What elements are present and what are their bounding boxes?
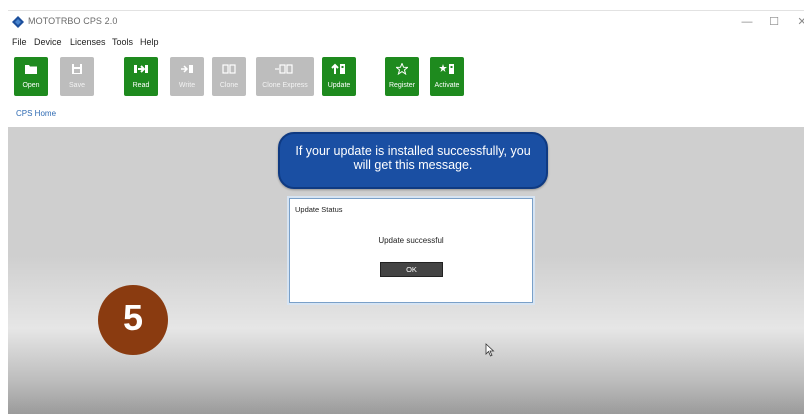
clone-express-button[interactable]: Clone Express <box>256 57 314 96</box>
main-content-area: If your update is installed successfully… <box>8 127 804 414</box>
read-icon <box>124 61 158 77</box>
register-button[interactable]: Register <box>385 57 419 96</box>
dialog-title: Update Status <box>295 205 343 214</box>
callout-text: If your update is installed successfully… <box>295 144 531 172</box>
breadcrumb-cps-home[interactable]: CPS Home <box>16 109 56 118</box>
clone-express-label: Clone Express <box>262 82 308 89</box>
instruction-callout: If your update is installed successfully… <box>278 132 548 189</box>
close-button[interactable]: ✕ <box>788 13 804 31</box>
folder-icon <box>14 61 48 77</box>
dialog-message: Update successful <box>378 236 444 245</box>
toolbar: Open Save Read Write Clone Clone Express… <box>8 57 804 107</box>
read-label: Read <box>132 82 150 89</box>
write-button[interactable]: Write <box>170 57 204 96</box>
activate-button[interactable]: Activate <box>430 57 464 96</box>
title-bar: MOTOTRBO CPS 2.0 — ☐ ✕ <box>8 11 804 33</box>
update-button[interactable]: Update <box>322 57 356 96</box>
minimize-button[interactable]: — <box>733 13 761 31</box>
read-button[interactable]: Read <box>124 57 158 96</box>
menu-tools[interactable]: Tools <box>112 37 133 47</box>
update-status-dialog: Update Status Update successful OK <box>289 198 533 303</box>
open-button[interactable]: Open <box>14 57 48 96</box>
clone-button[interactable]: Clone <box>212 57 246 96</box>
menu-file[interactable]: File <box>12 37 27 47</box>
register-label: Register <box>388 82 416 89</box>
save-label: Save <box>69 82 85 89</box>
step-number-badge: 5 <box>98 285 168 355</box>
menu-device[interactable]: Device <box>34 37 62 47</box>
clone-icon <box>212 61 246 77</box>
update-icon <box>322 61 356 77</box>
save-button[interactable]: Save <box>60 57 94 96</box>
activate-label: Activate <box>434 82 460 89</box>
clone-label: Clone <box>219 82 239 89</box>
activate-icon <box>430 61 464 77</box>
app-logo-icon <box>12 16 24 28</box>
mouse-cursor-icon <box>485 343 495 357</box>
update-label: Update <box>327 82 351 89</box>
star-icon <box>385 61 419 77</box>
app-window: MOTOTRBO CPS 2.0 — ☐ ✕ File Device Licen… <box>8 10 804 414</box>
open-label: Open <box>22 82 40 89</box>
menu-bar: File Device Licenses Tools Help <box>8 35 804 51</box>
ok-button[interactable]: OK <box>380 262 443 277</box>
menu-help[interactable]: Help <box>140 37 159 47</box>
window-title: MOTOTRBO CPS 2.0 <box>28 16 118 26</box>
write-icon <box>170 61 204 77</box>
write-label: Write <box>178 82 196 89</box>
clone-express-icon <box>256 61 314 77</box>
save-icon <box>60 61 94 77</box>
menu-licenses[interactable]: Licenses <box>70 37 106 47</box>
step-number: 5 <box>122 297 144 338</box>
maximize-button[interactable]: ☐ <box>760 13 788 31</box>
